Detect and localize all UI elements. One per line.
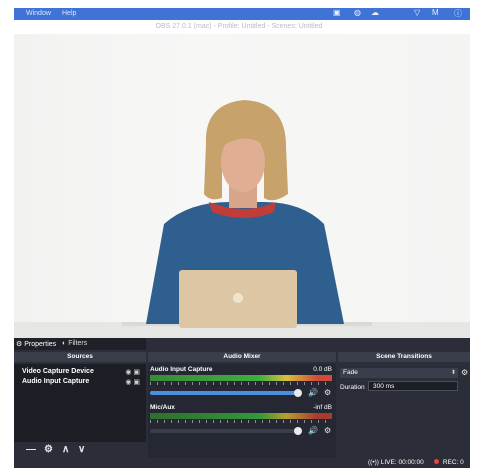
volume-fader[interactable] bbox=[150, 391, 300, 395]
source-item-label: Video Capture Device bbox=[22, 368, 94, 375]
dock-tabs: ⚙ Properties ◐ Filters bbox=[14, 338, 146, 350]
status-bar: ((•)) LIVE: 00:00:00 REC: 0 bbox=[14, 458, 470, 468]
cloud-icon[interactable]: ☁ bbox=[371, 8, 379, 17]
source-icons-video: ◉ ▣ bbox=[125, 368, 140, 376]
source-item-audio[interactable]: Audio Input Capture bbox=[22, 378, 89, 385]
mixer-header: Audio Mixer bbox=[148, 352, 336, 362]
menu-item-help[interactable]: Help bbox=[62, 10, 76, 17]
info-icon[interactable]: ⓘ bbox=[454, 8, 462, 19]
rec-time: REC: 0 bbox=[442, 459, 464, 466]
volume-meter bbox=[150, 375, 332, 381]
screenshot-frame: Window Help ▣ ◍ ☁ ▽ M ⓘ OBS 27.0.1 (mac)… bbox=[0, 0, 478, 468]
live-status: ((•)) LIVE: 00:00:00 bbox=[368, 459, 424, 466]
eye-icon[interactable]: ◉ bbox=[125, 369, 131, 376]
up-icon[interactable]: ∧ bbox=[62, 444, 69, 455]
filter-icon: ◐ bbox=[62, 340, 67, 347]
shield-icon[interactable]: ▽ bbox=[414, 8, 420, 17]
sources-list: Video Capture Device ◉ ▣ Audio Input Cap… bbox=[14, 364, 146, 442]
transition-select[interactable]: Fade ⬍ bbox=[340, 368, 458, 378]
duration-label: Duration bbox=[340, 384, 365, 391]
down-icon[interactable]: ∨ bbox=[78, 444, 85, 455]
scene-transitions: Fade ⬍ ⚙ Duration 300 ms bbox=[338, 364, 470, 458]
fader-knob[interactable] bbox=[294, 427, 302, 435]
source-icons-audio: ◉ ▣ bbox=[125, 378, 140, 386]
menu-bar: Window Help ▣ ◍ ☁ ▽ M ⓘ bbox=[14, 8, 470, 20]
tab-filters[interactable]: ◐ Filters bbox=[62, 340, 87, 347]
channel-name: Audio Input Capture bbox=[150, 366, 213, 373]
tab-properties[interactable]: ⚙ Properties bbox=[16, 340, 56, 348]
rec-status: REC: 0 bbox=[434, 459, 464, 466]
tab-properties-label: Properties bbox=[24, 341, 57, 348]
channel-name: Mic/Aux bbox=[150, 404, 175, 411]
menu-item-window[interactable]: Window bbox=[26, 10, 51, 17]
volume-meter bbox=[150, 413, 332, 419]
sources-toolbar: — ⚙ ∧ ∨ bbox=[14, 442, 146, 458]
lock-icon[interactable]: ◍ bbox=[354, 8, 361, 17]
speaker-icon[interactable]: 🔊 bbox=[308, 388, 318, 397]
lock-icon[interactable]: ▣ bbox=[133, 379, 140, 386]
audio-mixer: Audio Input Capture 0.0 dB 🔊 ⚙ Mic/Aux -… bbox=[148, 364, 336, 458]
broadcast-icon: ((•)) bbox=[368, 459, 379, 466]
lock-icon[interactable]: ▣ bbox=[133, 369, 140, 376]
window-title: OBS 27.0.1 (mac) - Profile: Untitled - S… bbox=[155, 23, 323, 30]
speaker-icon[interactable]: 🔊 bbox=[308, 426, 318, 435]
chevron-updown-icon: ⬍ bbox=[450, 370, 456, 376]
gear-icon[interactable]: ⚙ bbox=[324, 388, 331, 397]
minus-icon[interactable]: — bbox=[26, 444, 36, 455]
live-time: LIVE: 00:00:00 bbox=[380, 459, 424, 466]
rec-icon bbox=[434, 459, 439, 464]
meter-ticks bbox=[150, 382, 332, 385]
eye-icon[interactable]: ◉ bbox=[125, 379, 131, 386]
gear-icon[interactable]: ⚙ bbox=[461, 368, 468, 377]
mail-icon[interactable]: M bbox=[432, 8, 439, 17]
source-item-label: Audio Input Capture bbox=[22, 378, 90, 385]
fader-knob[interactable] bbox=[294, 389, 302, 397]
sources-header: Sources bbox=[14, 352, 146, 362]
meter-ticks bbox=[150, 420, 332, 423]
dock-panel: ⚙ Properties ◐ Filters Sources Audio Mix… bbox=[14, 338, 470, 458]
volume-fader[interactable] bbox=[150, 429, 300, 433]
preview-canvas[interactable] bbox=[14, 34, 470, 338]
source-item-video[interactable]: Video Capture Device bbox=[22, 368, 94, 375]
channel-db: 0.0 dB bbox=[313, 366, 332, 373]
duration-input[interactable]: 300 ms bbox=[368, 381, 458, 391]
presenter-figure bbox=[122, 100, 372, 328]
gear-icon[interactable]: ⚙ bbox=[44, 444, 53, 455]
display-icon[interactable]: ▣ bbox=[333, 8, 341, 17]
gear-icon: ⚙ bbox=[16, 341, 23, 348]
gear-icon[interactable]: ⚙ bbox=[324, 426, 331, 435]
transitions-header: Scene Transitions bbox=[338, 352, 470, 362]
transition-selected: Fade bbox=[343, 369, 358, 376]
tab-filters-label: Filters bbox=[68, 340, 88, 347]
channel-db: -inf dB bbox=[313, 404, 332, 411]
